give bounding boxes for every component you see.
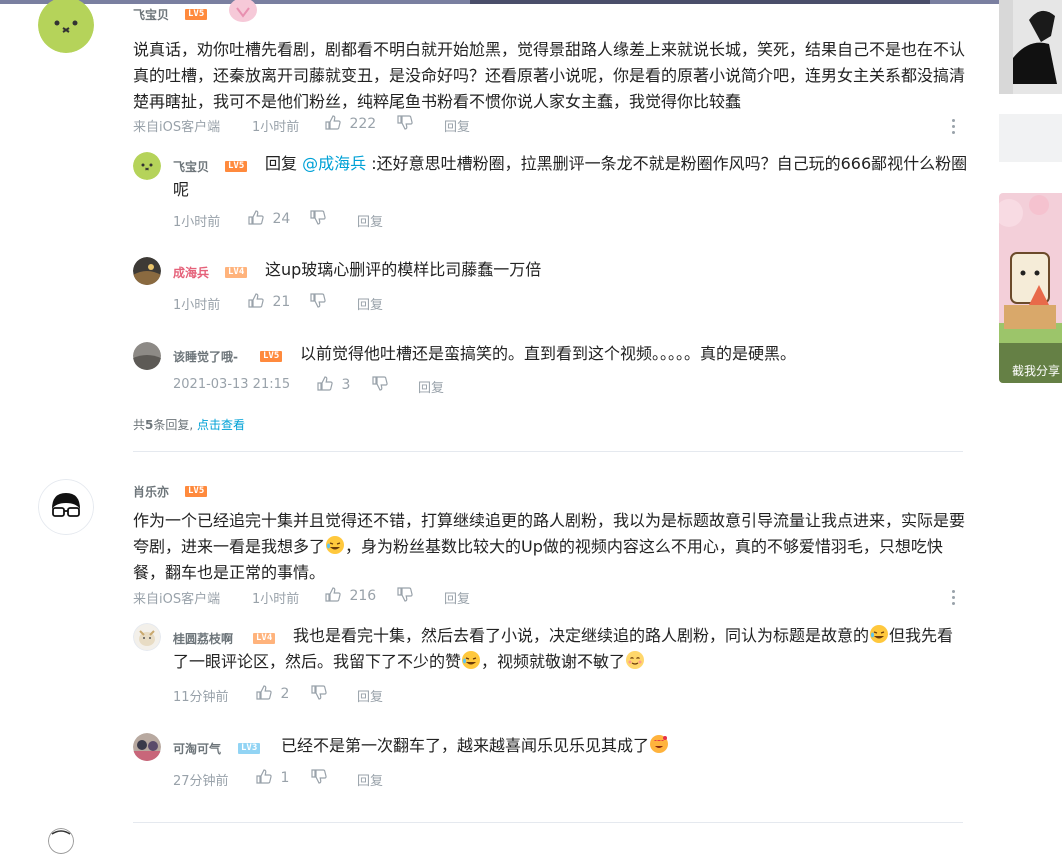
thumb-down-icon: [397, 587, 413, 602]
like-button[interactable]: 21: [248, 293, 290, 310]
reply-text: 已经不是第一次翻车了，越来越喜闻乐见乐见其成了: [281, 733, 961, 759]
view-replies-link[interactable]: 点击查看: [197, 418, 245, 432]
avatar[interactable]: [38, 479, 94, 535]
thumb-up-icon: [256, 769, 272, 784]
reply-text: 这up玻璃心删评的模样比司藤蠢一万倍: [265, 260, 542, 279]
reply-text: 以前觉得他吐槽还是蛮搞笑的。直到看到这个视频。。。。。真的是硬黑。: [300, 344, 797, 363]
like-button[interactable]: 3: [317, 376, 350, 393]
avatar[interactable]: [48, 828, 74, 854]
like-count: 2: [280, 686, 290, 702]
laugh-cry-emoji-icon: [870, 625, 889, 643]
reply-time: 27分钟前: [173, 774, 229, 789]
like-count: 21: [272, 294, 291, 310]
level-badge: LV5: [185, 9, 208, 20]
comment-time: 1小时前: [252, 120, 300, 135]
dislike-button[interactable]: [310, 293, 326, 310]
sidebar-video-caption: 截我分享: [1012, 364, 1061, 378]
dislike-button[interactable]: [397, 115, 413, 132]
thumb-down-icon: [310, 210, 326, 225]
comment-text: 说真话，劝你吐槽先看剧，剧都看不明白就开始尬黑，觉得景甜路人缘差上来就说长城，笑…: [133, 40, 966, 111]
reply-text: 我也是看完十集，然后去看了小说，决定继续追的路人剧粉，同认为标题是故意的 但我先看…: [173, 625, 954, 671]
reply-button[interactable]: 回复: [357, 294, 383, 313]
thumb-up-icon: [248, 293, 264, 308]
dislike-button[interactable]: [372, 376, 388, 393]
sidebar-video-thumbnail[interactable]: [999, 193, 1062, 383]
avatar[interactable]: [133, 733, 161, 761]
avatar[interactable]: [133, 342, 161, 370]
thumb-down-icon: [311, 769, 327, 784]
dislike-button[interactable]: [311, 769, 327, 786]
like-count: 3: [341, 377, 351, 393]
reply-time: 1小时前: [173, 215, 221, 230]
thumb-down-icon: [310, 293, 326, 308]
username[interactable]: 成海兵: [173, 264, 209, 281]
smile-emoji-icon: [626, 651, 645, 669]
mention-link[interactable]: @成海兵: [302, 154, 366, 173]
sidebar-video-thumbnail[interactable]: [999, 0, 1062, 94]
love-emoji-icon: [650, 735, 669, 753]
comment-source: 来自iOS客户端: [133, 592, 221, 607]
like-button[interactable]: 1: [256, 769, 289, 786]
laugh-cry-emoji-icon: [326, 536, 345, 554]
reply-time: 11分钟前: [173, 690, 229, 705]
avatar[interactable]: [133, 257, 161, 285]
comment-source: 来自iOS客户端: [133, 120, 221, 135]
like-button[interactable]: 216: [325, 587, 376, 604]
reply-button[interactable]: 回复: [357, 211, 383, 230]
like-button[interactable]: 24: [248, 210, 290, 227]
dislike-button[interactable]: [397, 587, 413, 604]
thumb-down-icon: [372, 376, 388, 391]
username[interactable]: 肖乐亦: [133, 483, 169, 500]
avatar[interactable]: [38, 0, 94, 53]
reply-time: 1小时前: [173, 298, 221, 313]
username[interactable]: 该睡觉了哦-: [173, 348, 238, 365]
thumb-up-icon: [325, 115, 341, 130]
reply-button[interactable]: 回复: [444, 116, 470, 135]
level-badge: LV5: [260, 351, 283, 362]
thumb-down-icon: [397, 115, 413, 130]
reply-button[interactable]: 回复: [444, 588, 470, 607]
thumb-up-icon: [256, 685, 272, 700]
username[interactable]: 可淘可气: [173, 740, 221, 757]
comment-time: 1小时前: [252, 592, 300, 607]
comment-text: 作为一个已经追完十集并且觉得还不错，打算继续追更的路人剧粉，我以为是标题故意引导…: [133, 511, 966, 582]
like-count: 222: [349, 116, 377, 132]
sidebar-placeholder: [999, 114, 1062, 162]
reply-prefix: 回复: [265, 154, 303, 173]
like-count: 216: [349, 588, 377, 604]
like-count: 1: [280, 770, 290, 786]
laugh-cry-emoji-icon: [462, 651, 481, 669]
comment-list: 飞宝贝 LV5 说真话，劝你吐槽先看剧，剧都看不明白就开始尬黑，觉得景甜路人缘差…: [0, 0, 990, 854]
reply-summary: 共5条回复, 点击查看: [133, 418, 246, 432]
avatar[interactable]: [133, 152, 161, 180]
reply-button[interactable]: 回复: [357, 686, 383, 705]
reply-time: 2021-03-13 21:15: [173, 377, 291, 392]
thumb-down-icon: [311, 685, 327, 700]
more-options-icon[interactable]: [952, 119, 956, 137]
avatar[interactable]: [133, 623, 161, 651]
like-button[interactable]: 222: [325, 115, 376, 132]
like-count: 24: [272, 211, 291, 227]
thumb-up-icon: [325, 587, 341, 602]
dislike-button[interactable]: [311, 685, 327, 702]
level-badge: LV5: [185, 486, 208, 497]
reply-button[interactable]: 回复: [418, 377, 444, 396]
divider: [133, 822, 963, 823]
divider: [133, 451, 963, 452]
thumb-up-icon: [317, 376, 333, 391]
more-options-icon[interactable]: [952, 590, 956, 608]
level-badge: LV4: [225, 267, 248, 278]
decoration-icon: [228, 0, 258, 24]
username[interactable]: 飞宝贝: [133, 6, 169, 23]
thumb-up-icon: [248, 210, 264, 225]
like-button[interactable]: 2: [256, 685, 289, 702]
reply-button[interactable]: 回复: [357, 770, 383, 789]
dislike-button[interactable]: [310, 210, 326, 227]
level-badge: LV3: [238, 743, 261, 754]
reply-text: 回复 @成海兵 :还好意思吐槽粉圈，拉黑删评一条龙不就是粉圈作风吗？自己玩的66…: [173, 151, 968, 203]
